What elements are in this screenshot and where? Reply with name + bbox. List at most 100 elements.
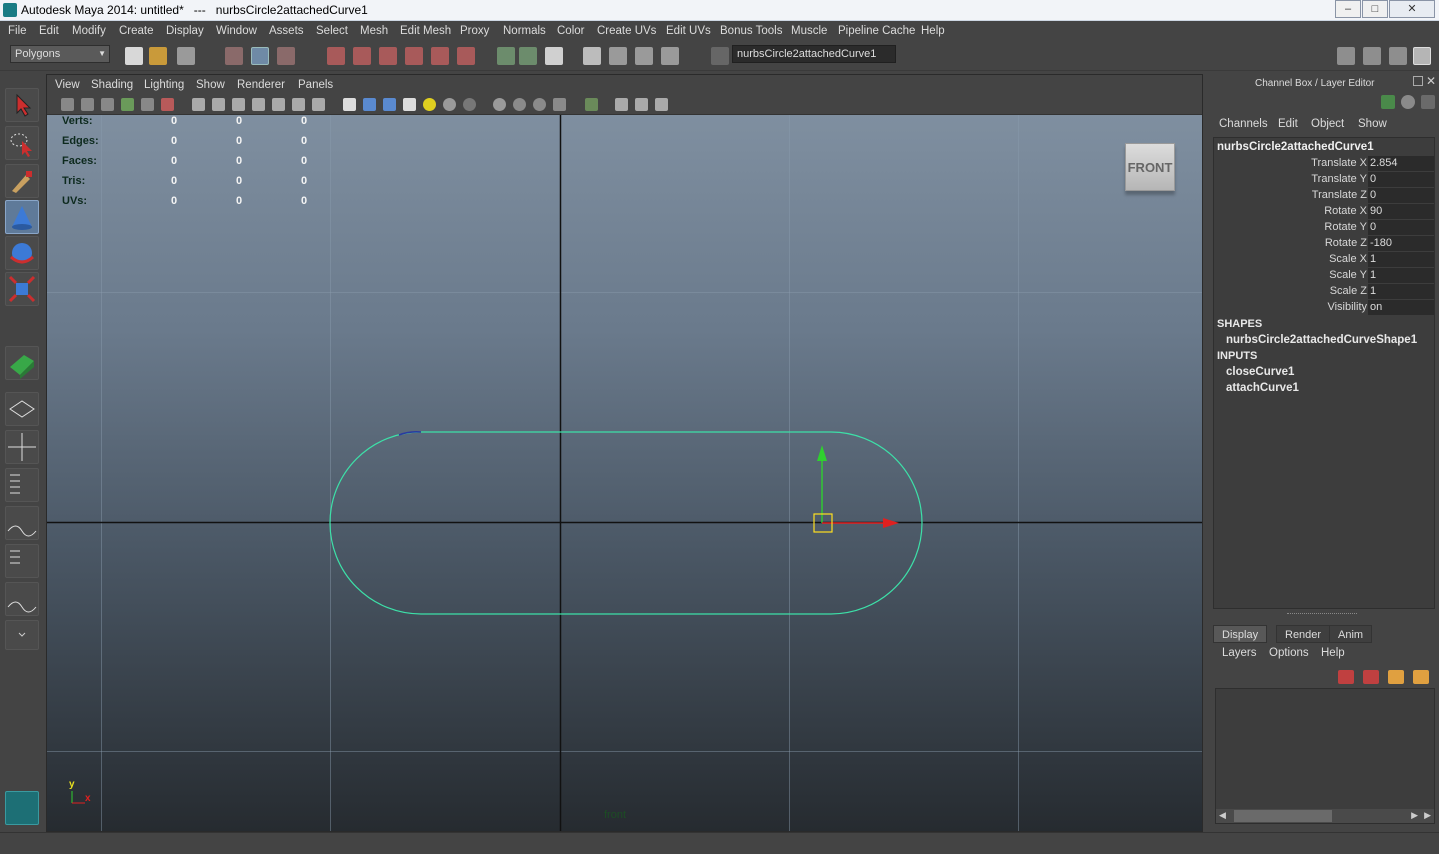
persp-graph-outliner-layout-icon[interactable] <box>5 582 39 616</box>
safe-action-icon[interactable] <box>292 98 305 111</box>
menu-mesh[interactable]: Mesh <box>360 25 388 37</box>
isolate-select-icon[interactable] <box>585 98 598 111</box>
move-layer-down-icon[interactable] <box>1363 670 1379 684</box>
menu-edit[interactable]: Edit <box>39 25 59 37</box>
rotate-tool-icon[interactable] <box>5 236 39 270</box>
attribute-row[interactable]: Translate X 2.854 <box>1214 156 1434 172</box>
front-viewport[interactable]: Verts: 0 0 0 Edges: 0 0 0 Faces: 0 0 0 T… <box>47 115 1202 831</box>
attribute-row[interactable]: Translate Z0 <box>1214 188 1434 204</box>
menu-create[interactable]: Create <box>119 25 154 37</box>
xray-icon[interactable] <box>553 98 566 111</box>
construction-history-icon[interactable] <box>545 47 563 65</box>
single-perspective-layout-icon[interactable] <box>5 392 39 426</box>
close-panel-icon[interactable]: ✕ <box>1426 74 1436 88</box>
motion-blur-icon[interactable] <box>493 98 506 111</box>
menu-edit-mesh[interactable]: Edit Mesh <box>400 25 451 37</box>
name-field-mode-icon[interactable] <box>711 47 729 65</box>
menu-pipeline-cache[interactable]: Pipeline Cache <box>838 25 915 37</box>
shape-node-item[interactable]: nurbsCircle2attachedCurveShape1 <box>1226 334 1417 346</box>
layer-menu-options[interactable]: Options <box>1269 647 1309 659</box>
hypershade-layout-icon[interactable] <box>5 544 39 578</box>
panel-splitter-handle[interactable] <box>1287 613 1357 617</box>
paint-select-tool-icon[interactable] <box>5 164 39 198</box>
panel-menu-shading[interactable]: Shading <box>91 79 133 91</box>
render-view-icon[interactable] <box>583 47 601 65</box>
panel-menu-renderer[interactable]: Renderer <box>237 79 285 91</box>
move-manipulator-x-arrow[interactable] <box>883 518 899 528</box>
attribute-editor-toggle-icon[interactable] <box>1337 47 1355 65</box>
move-tool-icon[interactable] <box>5 200 39 234</box>
modeling-toolkit-toggle-icon[interactable] <box>1389 47 1407 65</box>
gate-mask-icon[interactable] <box>252 98 265 111</box>
new-scene-icon[interactable] <box>125 47 143 65</box>
close-button[interactable]: ✕ <box>1389 0 1435 18</box>
menu-file[interactable]: File <box>8 25 27 37</box>
menu-color[interactable]: Color <box>557 25 584 37</box>
layer-menu-help[interactable]: Help <box>1321 647 1345 659</box>
tab-render[interactable]: Render <box>1276 625 1331 643</box>
panel-menu-show[interactable]: Show <box>196 79 225 91</box>
attribute-value[interactable]: 1 <box>1368 284 1434 299</box>
menu-help[interactable]: Help <box>921 25 945 37</box>
textured-icon[interactable] <box>403 98 416 111</box>
wireframe-on-shaded-icon[interactable] <box>383 98 396 111</box>
scrollbar-thumb[interactable] <box>1234 810 1332 822</box>
xray-joints-icon[interactable] <box>615 98 628 111</box>
lasso-tool-icon[interactable] <box>5 126 39 160</box>
float-panel-icon[interactable] <box>1413 76 1423 86</box>
select-hierarchy-icon[interactable] <box>225 47 243 65</box>
channel-box-toggle-icon[interactable] <box>1413 47 1431 65</box>
snap-point-icon[interactable] <box>379 47 397 65</box>
attribute-row[interactable]: Rotate X 90 <box>1214 204 1434 220</box>
create-layer-from-selected-icon[interactable] <box>1413 670 1429 684</box>
speed-slow-icon[interactable] <box>1401 95 1415 109</box>
depth-of-field-icon[interactable] <box>533 98 546 111</box>
persp-graph-layout-icon[interactable] <box>5 506 39 540</box>
menu-bonus-tools[interactable]: Bonus Tools <box>720 25 782 37</box>
snap-view-plane-icon[interactable] <box>405 47 423 65</box>
snap-magnet-icon[interactable] <box>457 47 475 65</box>
safe-title-icon[interactable] <box>312 98 325 111</box>
smooth-shade-icon[interactable] <box>363 98 376 111</box>
menu-assets[interactable]: Assets <box>269 25 304 37</box>
attribute-value[interactable]: 90 <box>1368 204 1434 219</box>
scroll-left-icon[interactable]: ◀ <box>1219 810 1226 821</box>
input-history-icon[interactable] <box>497 47 515 65</box>
panel-menu-lighting[interactable]: Lighting <box>144 79 184 91</box>
layer-list-scrollbar[interactable]: ◀ ▶ ▶ <box>1216 809 1434 823</box>
output-history-icon[interactable] <box>519 47 537 65</box>
layer-list[interactable]: ◀ ▶ ▶ <box>1215 688 1435 824</box>
menu-muscle[interactable]: Muscle <box>791 25 827 37</box>
minimize-button[interactable]: – <box>1335 0 1361 18</box>
ipr-render-icon[interactable] <box>635 47 653 65</box>
attribute-row[interactable]: Translate Y0 <box>1214 172 1434 188</box>
attribute-row[interactable]: Rotate Z -180 <box>1214 236 1434 252</box>
hyper-toggle-icon[interactable] <box>1421 95 1435 109</box>
cb-menu-show[interactable]: Show <box>1358 118 1387 130</box>
menu-edit-uvs[interactable]: Edit UVs <box>666 25 711 37</box>
select-camera-icon[interactable] <box>61 98 74 111</box>
attribute-row[interactable]: Rotate Y0 <box>1214 220 1434 236</box>
maximize-button[interactable]: □ <box>1362 0 1388 18</box>
menu-normals[interactable]: Normals <box>503 25 546 37</box>
attribute-row[interactable]: Scale X1 <box>1214 252 1434 268</box>
field-chart-icon[interactable] <box>272 98 285 111</box>
anti-aliasing-icon[interactable] <box>513 98 526 111</box>
snap-grid-icon[interactable] <box>327 47 345 65</box>
tab-anim[interactable]: Anim <box>1329 625 1373 643</box>
quick-rename-field[interactable]: nurbsCircle2attachedCurve1 <box>732 45 896 63</box>
render-current-icon[interactable] <box>609 47 627 65</box>
image-plane-icon[interactable] <box>121 98 134 111</box>
attribute-value[interactable]: 0 <box>1368 188 1434 203</box>
view-cube[interactable]: FRONT <box>1125 143 1175 191</box>
panel-menu-panels[interactable]: Panels <box>298 79 333 91</box>
menu-display[interactable]: Display <box>166 25 204 37</box>
attribute-row[interactable]: Scale Z1 <box>1214 284 1434 300</box>
panel-menu-view[interactable]: View <box>55 79 80 91</box>
cb-menu-channels[interactable]: Channels <box>1219 118 1268 130</box>
snap-curve-icon[interactable] <box>353 47 371 65</box>
open-scene-icon[interactable] <box>149 47 167 65</box>
select-object-icon[interactable] <box>251 47 269 65</box>
2d-pan-zoom-icon[interactable] <box>141 98 154 111</box>
input-node-item[interactable]: closeCurve1 <box>1226 366 1294 378</box>
